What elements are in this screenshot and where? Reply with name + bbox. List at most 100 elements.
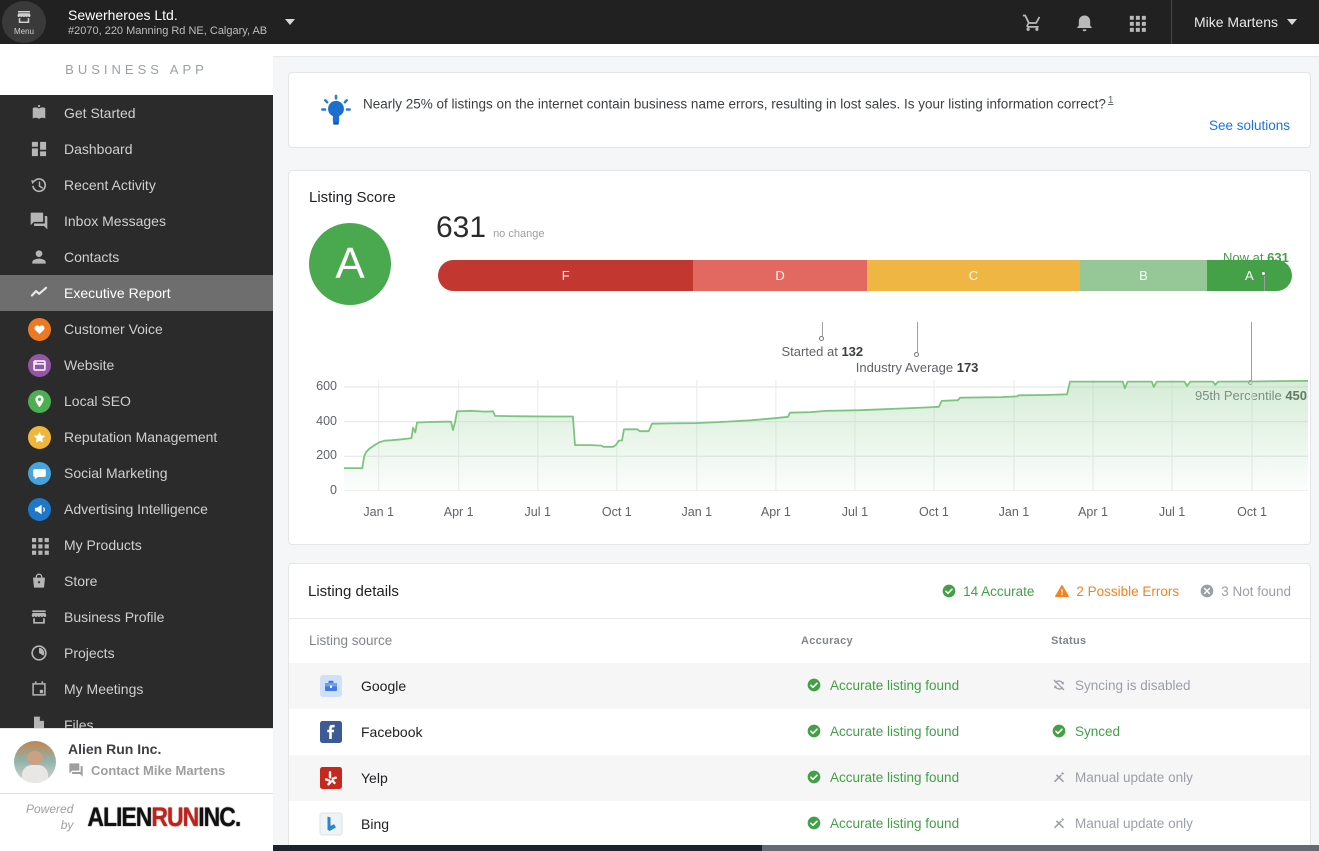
calendar-icon xyxy=(27,677,51,701)
sidebar-item-label: My Products xyxy=(64,537,142,553)
listing-score-title: Listing Score xyxy=(309,189,396,206)
sidebar-item-dashboard[interactable]: Dashboard xyxy=(0,131,273,167)
menu-button[interactable]: Menu xyxy=(2,1,46,43)
sidebar-item-executive-report[interactable]: Executive Report xyxy=(0,275,273,311)
listing-source-name: Bing xyxy=(361,816,390,832)
partner-company-name: Alien Run Inc. xyxy=(68,741,162,757)
top-bar: Menu Sewerheroes Ltd. #2070, 220 Manning… xyxy=(0,0,1319,44)
star-icon xyxy=(27,425,51,449)
apps-button[interactable] xyxy=(1111,0,1163,44)
grade-segment-c: C xyxy=(866,260,1081,291)
sidebar-item-customer-voice[interactable]: Customer Voice xyxy=(0,311,273,347)
sidebar-item-store[interactable]: Store xyxy=(0,563,273,599)
sidebar-item-get-started[interactable]: Get Started xyxy=(0,95,273,131)
facebook-icon xyxy=(319,720,343,744)
sidebar-item-label: Website xyxy=(64,357,115,373)
status-text: Manual update only xyxy=(1075,769,1193,785)
heart-icon xyxy=(27,317,51,341)
person-icon xyxy=(27,245,51,269)
sidebar-item-social-marketing[interactable]: Social Marketing xyxy=(0,455,273,491)
pie-icon xyxy=(27,641,51,665)
chart-x-tick: Apr 1 xyxy=(760,505,791,519)
apps-grid-icon xyxy=(1127,13,1147,32)
grade-bar: FDCBA Started at 132 Industry Average 173… xyxy=(438,250,1307,403)
sidebar-item-projects[interactable]: Projects xyxy=(0,635,273,671)
sidebar-item-contacts[interactable]: Contacts xyxy=(0,239,273,275)
chart-x-tick: Jan 1 xyxy=(363,505,394,519)
user-name: Mike Martens xyxy=(1193,14,1278,30)
check-circle-icon xyxy=(806,723,822,739)
sidebar-item-advertising-intelligence[interactable]: Advertising Intelligence xyxy=(0,491,273,527)
sidebar-item-business-profile[interactable]: Business Profile xyxy=(0,599,273,635)
sidebar-item-label: Projects xyxy=(64,645,115,661)
accuracy-text: Accurate listing found xyxy=(830,723,960,739)
trending-icon xyxy=(27,281,51,305)
listing-details-title: Listing details xyxy=(308,582,399,600)
status-text: Manual update only xyxy=(1075,815,1193,831)
accuracy-text: Accurate listing found xyxy=(830,677,960,693)
account-card: Alien Run Inc. Contact Mike Martens Powe… xyxy=(0,728,273,851)
sidebar-item-label: Recent Activity xyxy=(64,177,156,193)
sidebar-item-label: Social Marketing xyxy=(64,465,168,481)
check-circle-icon xyxy=(806,769,822,785)
megaphone-icon xyxy=(27,497,51,521)
sync-disabled-icon xyxy=(1051,677,1067,693)
business-name: Sewerheroes Ltd. xyxy=(68,7,178,23)
partner-logo: ALIENRUNINC. xyxy=(87,802,241,832)
listing-source-name: Google xyxy=(361,678,407,694)
check-circle-icon xyxy=(1051,723,1067,739)
bing-icon xyxy=(319,812,343,836)
chart-y-tick: 0 xyxy=(330,483,337,497)
contact-button[interactable]: Contact Mike Martens xyxy=(68,762,225,778)
bag-icon xyxy=(27,569,51,593)
sidebar-item-label: Executive Report xyxy=(64,285,171,301)
chart-x-tick: Oct 1 xyxy=(1237,505,1268,519)
sidebar-nav: Get Started Dashboard Recent Activity Inbox… xyxy=(0,95,273,743)
notifications-button[interactable] xyxy=(1059,0,1111,44)
listing-row-facebook: Facebook Accurate listing found Synced xyxy=(289,709,1310,755)
yelp-icon xyxy=(319,766,343,790)
business-caret-icon[interactable] xyxy=(285,19,296,25)
sidebar-item-my-products[interactable]: My Products xyxy=(0,527,273,563)
sidebar-item-website[interactable]: Website xyxy=(0,347,273,383)
chart-y-tick: 400 xyxy=(316,413,337,428)
sidebar-item-label: Customer Voice xyxy=(64,321,163,337)
sidebar-item-local-seo[interactable]: Local SEO xyxy=(0,383,273,419)
check-circle-icon xyxy=(941,583,957,599)
sidebar-item-recent-activity[interactable]: Recent Activity xyxy=(0,167,273,203)
sidebar-item-my-meetings[interactable]: My Meetings xyxy=(0,671,273,707)
dashboard-icon xyxy=(27,137,51,161)
see-solutions-link[interactable]: See solutions xyxy=(1209,118,1290,133)
chart-x-tick: Jan 1 xyxy=(998,505,1030,519)
grade-badge: A xyxy=(309,223,391,305)
cart-icon xyxy=(1022,12,1043,33)
footnote-link[interactable]: 1 xyxy=(1108,95,1114,106)
accuracy-text: Accurate listing found xyxy=(830,815,960,831)
sidebar-item-reputation-management[interactable]: Reputation Management xyxy=(0,419,273,455)
sidebar-item-inbox-messages[interactable]: Inbox Messages xyxy=(0,203,273,239)
business-selector[interactable]: Sewerheroes Ltd. #2070, 220 Manning Rd N… xyxy=(68,7,267,37)
cart-button[interactable] xyxy=(1007,0,1059,44)
google-icon xyxy=(319,674,343,698)
chart-x-tick: Oct 1 xyxy=(919,505,949,519)
summary-badge: 3 Not found xyxy=(1199,583,1291,599)
chat-bubble-icon xyxy=(68,762,84,778)
powered-by-label: Powered by xyxy=(26,802,74,832)
bell-icon xyxy=(1074,12,1095,33)
chart-x-tick: Jul 1 xyxy=(524,505,551,519)
manual-update-icon xyxy=(1051,815,1067,831)
sidebar-item-label: Store xyxy=(64,573,98,589)
sidebar-item-label: Reputation Management xyxy=(64,429,218,445)
storefront-menu-icon xyxy=(15,8,33,26)
browser-icon xyxy=(27,353,51,377)
user-menu[interactable]: Mike Martens xyxy=(1172,14,1319,30)
summary-badge: 14 Accurate xyxy=(941,583,1034,599)
grade-segment-f: F xyxy=(438,260,694,291)
column-accuracy: Accuracy xyxy=(801,635,853,647)
listing-source-name: Yelp xyxy=(361,770,388,786)
column-listing-source: Listing source xyxy=(309,633,393,648)
accuracy-text: Accurate listing found xyxy=(830,769,960,785)
chat-icon xyxy=(27,209,51,233)
sidebar-item-label: Inbox Messages xyxy=(64,213,166,229)
sidebar-item-label: Dashboard xyxy=(64,141,133,157)
